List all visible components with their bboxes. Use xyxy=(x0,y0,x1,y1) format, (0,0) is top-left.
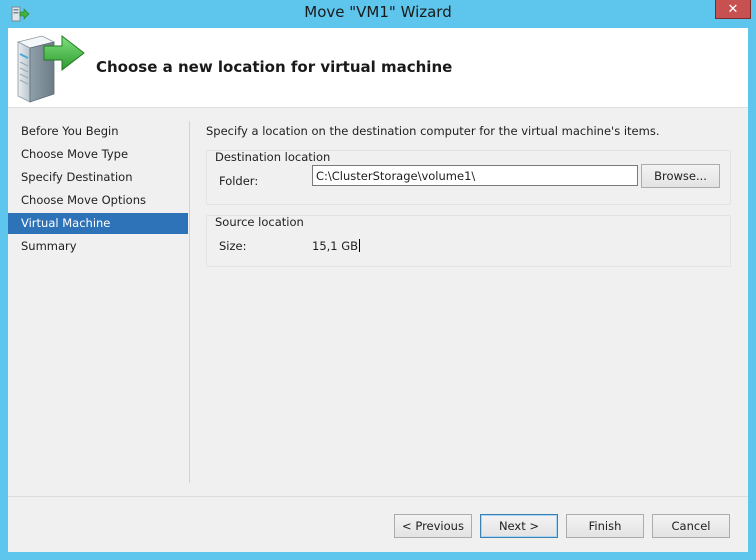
footer-divider xyxy=(8,496,748,497)
nav-item-choose-move-type[interactable]: Choose Move Type xyxy=(8,144,188,165)
nav-item-summary[interactable]: Summary xyxy=(8,236,188,257)
nav-item-before-you-begin[interactable]: Before You Begin xyxy=(8,121,188,142)
close-icon: ✕ xyxy=(727,1,739,17)
wizard-header: Choose a new location for virtual machin… xyxy=(8,28,748,108)
next-button[interactable]: Next > xyxy=(480,514,558,538)
destination-group-title: Destination location xyxy=(215,150,331,164)
browse-button[interactable]: Browse... xyxy=(641,164,720,188)
nav-item-choose-move-options[interactable]: Choose Move Options xyxy=(8,190,188,211)
cancel-button[interactable]: Cancel xyxy=(652,514,730,538)
text-caret xyxy=(359,239,361,252)
size-value: 15,1 GB xyxy=(312,239,361,253)
wizard-window: Move "VM1" Wizard ✕ Choose a new locatio… xyxy=(0,0,756,560)
nav-item-specify-destination[interactable]: Specify Destination xyxy=(8,167,188,188)
window-title: Move "VM1" Wizard xyxy=(304,3,452,21)
wizard-steps-nav: Before You Begin Choose Move Type Specif… xyxy=(8,109,189,493)
title-bar[interactable]: Move "VM1" Wizard ✕ xyxy=(0,0,756,28)
size-label: Size: xyxy=(219,239,247,253)
server-move-icon xyxy=(16,34,85,103)
close-button[interactable]: ✕ xyxy=(715,0,751,19)
nav-item-virtual-machine[interactable]: Virtual Machine xyxy=(8,213,188,234)
page-title: Choose a new location for virtual machin… xyxy=(96,58,453,76)
intro-text: Specify a location on the destination co… xyxy=(206,124,660,138)
source-group-title: Source location xyxy=(215,215,304,229)
source-location-group: Source location Size: 15,1 GB xyxy=(206,215,731,267)
wizard-client-area: Choose a new location for virtual machin… xyxy=(8,28,748,552)
nav-divider xyxy=(189,121,190,483)
destination-location-group: Destination location Folder: Browse... xyxy=(206,150,731,205)
folder-label: Folder: xyxy=(219,174,259,188)
finish-button[interactable]: Finish xyxy=(566,514,644,538)
previous-button[interactable]: < Previous xyxy=(394,514,472,538)
folder-input[interactable] xyxy=(312,165,638,186)
size-value-text: 15,1 GB xyxy=(312,239,359,253)
